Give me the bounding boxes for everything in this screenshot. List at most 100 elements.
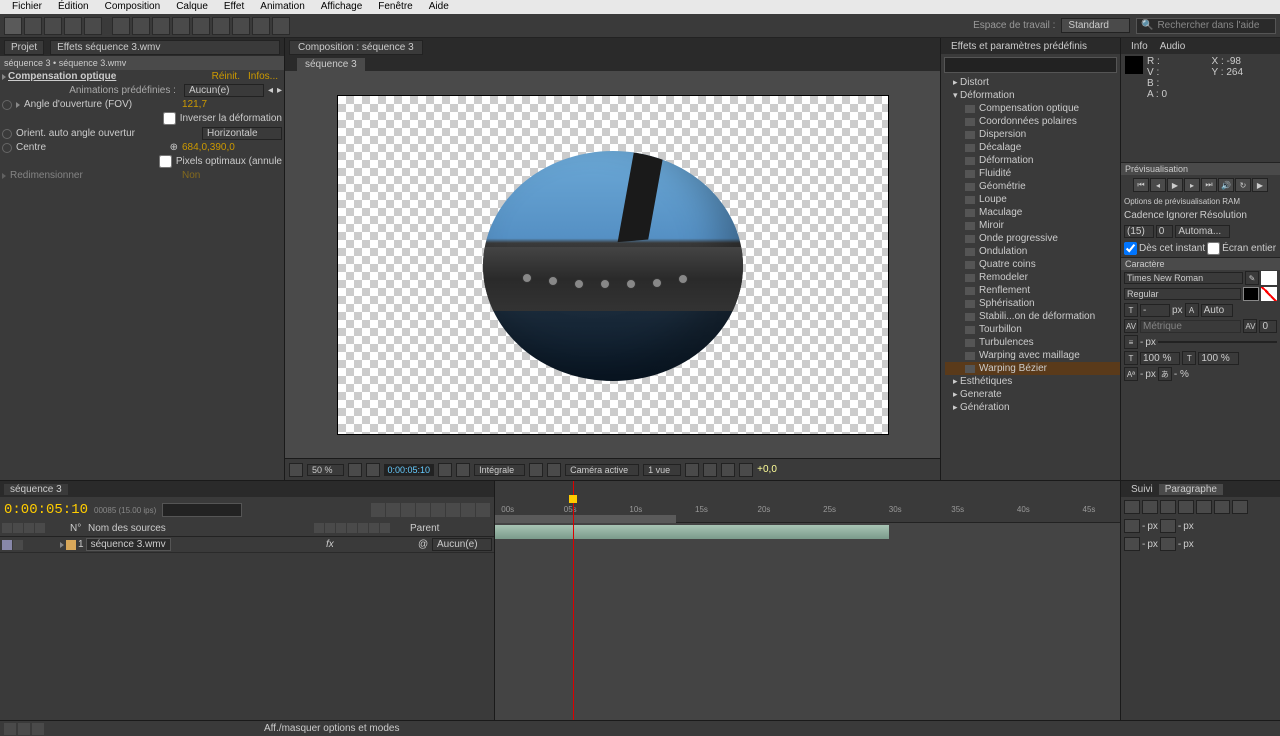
menu-effect[interactable]: Effet	[216, 0, 252, 14]
switch-col-icon[interactable]	[369, 523, 379, 533]
fov-stopwatch-icon[interactable]	[2, 100, 12, 110]
frame-blend-icon[interactable]	[416, 503, 430, 517]
toggle-switches-icon[interactable]	[4, 723, 16, 735]
audio-tab[interactable]: Audio	[1154, 41, 1192, 52]
from-now-checkbox[interactable]	[1124, 242, 1137, 255]
last-frame-icon[interactable]: ⏭	[1201, 178, 1217, 192]
font-size-value[interactable]: -	[1140, 304, 1170, 317]
effect-item[interactable]: Miroir	[945, 219, 1120, 232]
camera-tool-icon[interactable]	[84, 17, 102, 35]
eye-column-icon[interactable]	[2, 523, 12, 533]
category-deformation[interactable]: ▾ Déformation	[945, 89, 1120, 102]
hand-tool-icon[interactable]	[24, 17, 42, 35]
menu-help[interactable]: Aide	[421, 0, 457, 14]
timeline-layer-row[interactable]: 1 séquence 3.wmv fx @ Aucun(e)	[0, 537, 494, 553]
transparency-grid-icon[interactable]	[547, 463, 561, 477]
optimal-pixels-checkbox[interactable]	[159, 155, 172, 168]
play-icon[interactable]: ▶	[1167, 178, 1183, 192]
prev-preset-icon[interactable]: ◂	[268, 85, 273, 96]
menu-file[interactable]: Fichier	[4, 0, 50, 14]
layer-audio-icon[interactable]	[13, 540, 23, 550]
next-frame-icon[interactable]: ▸	[1184, 178, 1200, 192]
character-header[interactable]: Caractère	[1121, 257, 1280, 270]
composition-viewer[interactable]	[285, 71, 940, 458]
pen-tool-icon[interactable]	[152, 17, 170, 35]
space-before-value[interactable]: -	[1142, 539, 1145, 550]
aspect-icon[interactable]	[348, 463, 362, 477]
loop-icon[interactable]: ↻	[1235, 178, 1251, 192]
switch-col-icon[interactable]	[380, 523, 390, 533]
timeline-current-time[interactable]: 0:00:05:10	[4, 502, 88, 518]
effect-item[interactable]: Dispersion	[945, 128, 1120, 141]
cadence-dropdown[interactable]: (15)	[1124, 225, 1154, 238]
selection-tool-icon[interactable]	[4, 17, 22, 35]
zoom-dropdown[interactable]: 50 %	[307, 464, 344, 476]
layer-name[interactable]: séquence 3.wmv	[86, 538, 171, 551]
mask-tool-icon[interactable]	[132, 17, 150, 35]
draft3d-icon[interactable]	[386, 503, 400, 517]
composition-tab[interactable]: Composition : séquence 3	[289, 40, 423, 55]
effect-item[interactable]: Maculage	[945, 206, 1120, 219]
effect-item[interactable]: Turbulences	[945, 336, 1120, 349]
effects-search-input[interactable]	[944, 57, 1117, 73]
tracking-value[interactable]: 0	[1259, 320, 1277, 333]
category-generation[interactable]: ▸ Génération	[945, 401, 1120, 414]
workspace-dropdown[interactable]: Standard	[1061, 18, 1130, 33]
effect-item[interactable]: Fluidité	[945, 167, 1120, 180]
parent-dropdown[interactable]: Aucun(e)	[432, 538, 492, 551]
snapshot-icon[interactable]	[438, 463, 452, 477]
menu-view[interactable]: Affichage	[313, 0, 371, 14]
layer-eye-icon[interactable]	[2, 540, 12, 550]
graph-editor-icon[interactable]	[476, 503, 490, 517]
presets-dropdown[interactable]: Aucun(e)	[184, 84, 264, 97]
reverse-checkbox[interactable]	[163, 112, 176, 125]
brainstorm-icon[interactable]	[446, 503, 460, 517]
camera-view-dropdown[interactable]: Caméra active	[565, 464, 639, 476]
orient-stopwatch-icon[interactable]	[2, 129, 12, 139]
preview-header[interactable]: Prévisualisation	[1121, 162, 1280, 175]
justify-right-icon[interactable]	[1214, 500, 1230, 514]
effect-item-selected[interactable]: Warping Bézier	[945, 362, 1120, 375]
vscale-value[interactable]: 100 %	[1140, 352, 1180, 365]
channel-icon[interactable]	[456, 463, 470, 477]
justify-center-icon[interactable]	[1196, 500, 1212, 514]
shy-icon[interactable]	[401, 503, 415, 517]
project-tab[interactable]: Projet	[4, 40, 44, 55]
effect-info-button[interactable]: Infos...	[244, 71, 282, 82]
effect-reset-button[interactable]: Réinit.	[208, 71, 244, 82]
effect-item[interactable]: Déformation	[945, 154, 1120, 167]
effect-item[interactable]: Coordonnées polaires	[945, 115, 1120, 128]
toggle-modes-icon[interactable]	[18, 723, 30, 735]
rotate-tool-icon[interactable]	[64, 17, 82, 35]
fov-value[interactable]: 121,7	[182, 99, 282, 110]
comp-mini-flowchart-icon[interactable]	[371, 503, 385, 517]
switch-col-icon[interactable]	[347, 523, 357, 533]
stroke-width-value[interactable]: -	[1140, 337, 1143, 348]
panbehind-tool-icon[interactable]	[112, 17, 130, 35]
menu-composition[interactable]: Composition	[97, 0, 169, 14]
prev-frame-icon[interactable]: ◂	[1150, 178, 1166, 192]
tsume-value[interactable]: - %	[1174, 369, 1189, 380]
motion-blur-icon[interactable]	[431, 503, 445, 517]
layer-triangle-icon[interactable]	[60, 542, 64, 548]
effect-item[interactable]: Décalage	[945, 141, 1120, 154]
next-preset-icon[interactable]: ▸	[277, 85, 282, 96]
puppet-tool-icon[interactable]	[272, 17, 290, 35]
align-center-icon[interactable]	[1142, 500, 1158, 514]
clone-tool-icon[interactable]	[212, 17, 230, 35]
work-area-bar[interactable]	[495, 515, 676, 523]
effect-item[interactable]: Compensation optique	[945, 102, 1120, 115]
timeline-ruler[interactable]: 00s 05s 10s 15s 20s 25s 30s 35s 40s 45s	[495, 497, 1120, 523]
kerning-dropdown[interactable]: Métrique	[1140, 320, 1241, 333]
ram-preview-icon[interactable]: ▶	[1252, 178, 1268, 192]
center-stopwatch-icon[interactable]	[2, 143, 12, 153]
effect-item[interactable]: Renflement	[945, 284, 1120, 297]
indent-right-value[interactable]: -	[1178, 521, 1181, 532]
flowchart-icon[interactable]	[739, 463, 753, 477]
effects-presets-tab[interactable]: Effets et paramètres prédéfinis	[945, 41, 1093, 52]
eraser-tool-icon[interactable]	[232, 17, 250, 35]
exposure-value[interactable]: +0,0	[757, 464, 777, 475]
viewer-time[interactable]: 0:00:05:10	[384, 464, 435, 476]
menu-window[interactable]: Fenêtre	[370, 0, 420, 14]
fast-preview-icon[interactable]	[703, 463, 717, 477]
